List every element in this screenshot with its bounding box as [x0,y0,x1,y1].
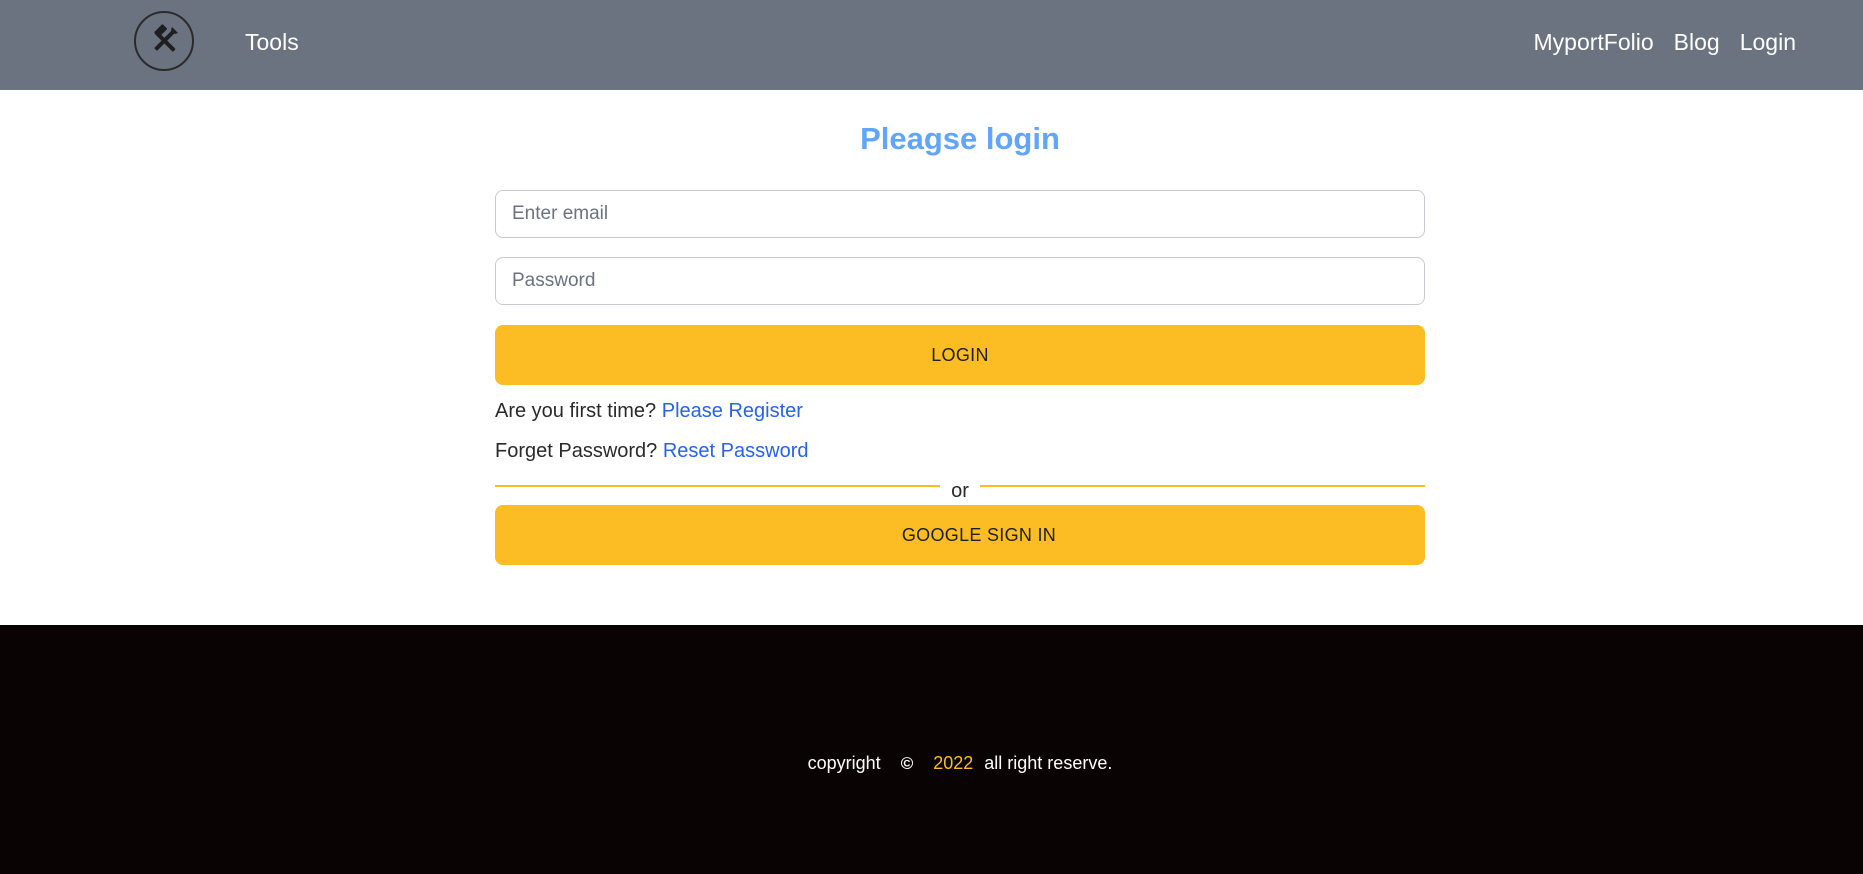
footer-copyright: copyright © 2022 all right reserve. [0,753,1863,774]
page-title: Pleagse login [860,121,1060,156]
login-button-label: LOGIN [931,344,989,365]
register-link[interactable]: Please Register [662,400,803,422]
google-button-label: GOOGLE SIGN IN [901,524,1057,545]
nav-link-myportfolio[interactable]: MyportFolio [1534,29,1654,56]
google-sign-in-button[interactable]: GOOGLE SIGN IN [495,505,1425,565]
logo[interactable] [134,11,194,71]
top-navbar: Tools MyportFolio Blog Login [0,0,1863,90]
register-line: Are you first time? Please Register [495,400,803,423]
login-button[interactable]: LOGIN [495,325,1425,385]
reset-line: Forget Password? Reset Password [495,440,808,463]
footer: copyright © 2022 all right reserve. [0,625,1863,874]
nav-link-login[interactable]: Login [1740,29,1796,56]
copyright-rights: all right reserve. [984,753,1113,773]
brand-link[interactable]: Tools [245,29,299,56]
tools-icon [154,24,178,52]
divider-or: or [951,480,969,502]
reset-prompt: Forget Password? [495,440,658,462]
copyright-year: 2022 [933,753,974,773]
copyright-label: copyright [807,753,881,773]
email-input[interactable] [495,190,1425,238]
nav-links: MyportFolio Blog Login [1534,29,1796,56]
reset-password-link[interactable]: Reset Password [663,440,809,462]
password-input[interactable] [495,257,1425,305]
copyright-icon: © [900,754,914,773]
nav-link-blog[interactable]: Blog [1674,29,1720,56]
register-prompt: Are you first time? [495,400,657,422]
